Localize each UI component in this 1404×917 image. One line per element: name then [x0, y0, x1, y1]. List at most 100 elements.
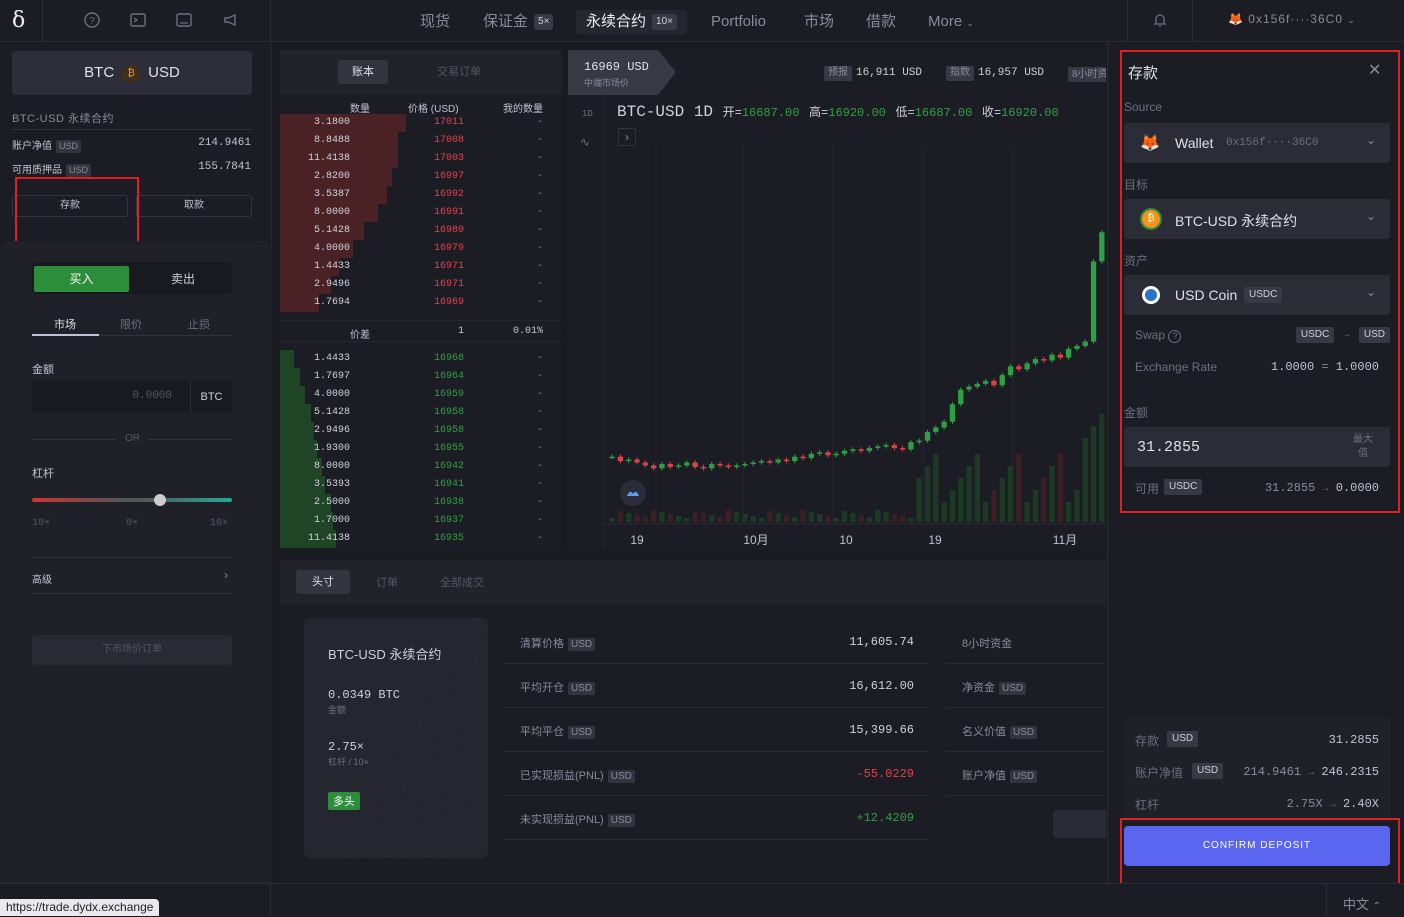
leverage-slider[interactable] — [32, 498, 232, 502]
price: 16941 — [433, 479, 464, 490]
ask-row[interactable]: 2.9496 16971 - — [280, 276, 561, 294]
help-icon[interactable]: ? — [83, 11, 101, 29]
buy-tab[interactable]: 买入 — [34, 266, 129, 292]
low-value: 16687.00 — [914, 106, 973, 120]
candle-body — [634, 459, 640, 463]
bid-row[interactable]: 8.0000 16942 - — [280, 458, 561, 476]
chevron-down-icon: ⌄ — [1347, 15, 1356, 25]
volume-bar — [941, 502, 947, 522]
funding-label: 8小时资 — [1068, 67, 1106, 82]
footer: 中文 ⌃ — [0, 883, 1404, 917]
my-size: - — [536, 243, 543, 254]
sell-tab[interactable]: 卖出 — [134, 266, 232, 292]
position-card[interactable]: BTC-USD 永续合约 0.0349 BTC 金额 2.75× 杠杆 / 10… — [304, 618, 488, 858]
nav-more[interactable]: More ⌄ — [928, 10, 974, 34]
ask-row[interactable]: 3.1800 17011 - — [280, 114, 561, 132]
divider — [1127, 0, 1128, 42]
close-position-button[interactable] — [1053, 810, 1106, 838]
bid-row[interactable]: 11.4138 16935 - — [280, 530, 561, 548]
ask-row[interactable]: 11.4138 17003 - — [280, 150, 561, 168]
volume-bar — [974, 454, 981, 522]
candle-body — [1024, 363, 1030, 370]
legend-expand-button[interactable]: › — [618, 128, 636, 146]
indicator-icon[interactable]: ∿ — [580, 135, 590, 149]
tab-fills[interactable]: 全部成交 — [440, 574, 484, 590]
chevron-right-icon[interactable]: › — [224, 568, 228, 582]
tab-orders[interactable]: 订单 — [376, 574, 398, 590]
bid-row[interactable]: 2.9496 16958 - — [280, 422, 561, 440]
open-label: 开= — [722, 106, 742, 120]
tab-orderbook[interactable]: 账本 — [338, 60, 388, 84]
bid-row[interactable]: 3.5393 16941 - — [280, 476, 561, 494]
candle-body — [675, 465, 682, 467]
depth-bar — [280, 422, 314, 440]
tab-stop[interactable]: 止损 — [188, 316, 210, 332]
candle-body — [1007, 366, 1014, 376]
bell-icon[interactable] — [1151, 11, 1169, 29]
amount-input[interactable]: 0.0000 BTC — [32, 381, 232, 413]
nav-markets[interactable]: 市场 — [804, 10, 834, 34]
ask-row[interactable]: 1.7694 16969 - — [280, 294, 561, 312]
collateral-row: 可用质押品 USD — [12, 161, 92, 177]
place-order-button[interactable]: 下市场价订单 — [32, 635, 232, 665]
withdraw-button[interactable]: 取款 — [136, 195, 252, 217]
bid-row[interactable]: 2.5000 16938 - — [280, 494, 561, 512]
size: 2.9496 — [313, 425, 350, 436]
my-size: - — [536, 261, 543, 272]
bid-row[interactable]: 5.1428 16958 - — [280, 404, 561, 422]
ask-row[interactable]: 1.4433 16971 - — [280, 258, 561, 276]
candlestick-chart[interactable]: 19 10月 10 19 11月 — [568, 50, 1106, 550]
candle-body — [991, 380, 997, 386]
advanced-toggle[interactable]: 高级 — [32, 571, 52, 586]
candle-body — [750, 462, 756, 465]
top-bar: δ ? 现货 保证金 5× 永续合约 10× Portfolio 市场 借款 Mor… — [0, 0, 1404, 42]
volume-bar — [858, 515, 864, 522]
nav-margin-label: 保证金 — [483, 13, 529, 30]
unit-badge: USD — [66, 164, 92, 177]
document-icon[interactable] — [175, 11, 193, 29]
megaphone-icon[interactable] — [222, 11, 240, 29]
tab-market[interactable]: 市场 — [54, 316, 76, 332]
tab-trades[interactable]: 交易订单 — [423, 60, 495, 84]
tab-positions[interactable]: 头寸 — [296, 570, 350, 594]
nav-portfolio[interactable]: Portfolio — [711, 10, 766, 34]
candle-body — [875, 446, 881, 448]
nav-perpetual[interactable]: 永续合约 10× — [576, 10, 687, 34]
candle-body — [825, 452, 831, 456]
market-selector[interactable]: BTC ₿ USD — [12, 51, 252, 95]
bid-row[interactable]: 1.7000 16937 - — [280, 512, 561, 530]
volume-bar — [675, 516, 682, 522]
ask-row[interactable]: 3.5387 16992 - — [280, 186, 561, 204]
candle-body — [982, 380, 989, 384]
active-tab-indicator — [32, 334, 99, 336]
bid-row[interactable]: 1.4433 16968 - — [280, 350, 561, 368]
wallet-menu[interactable]: 🦊 0x156f····36C0 ⌄ — [1228, 12, 1356, 26]
candle-body — [667, 463, 673, 467]
bid-row[interactable]: 1.7697 16964 - — [280, 368, 561, 386]
volume-bar — [750, 516, 756, 522]
interval-button[interactable]: 1D — [582, 109, 593, 119]
orderbook-tabs: 账本 交易订单 — [280, 50, 561, 94]
language-selector[interactable]: 中文 ⌃ — [1343, 894, 1381, 913]
terminal-icon[interactable] — [129, 11, 147, 29]
size: 1.9300 — [313, 443, 350, 454]
index-value: 16,957 USD — [978, 67, 1045, 79]
ask-row[interactable]: 2.8200 16997 - — [280, 168, 561, 186]
tradingview-icon[interactable] — [620, 480, 646, 506]
leverage-slider-knob[interactable] — [154, 494, 166, 506]
nav-borrow[interactable]: 借款 — [866, 10, 896, 34]
nav-spot[interactable]: 现货 — [420, 10, 450, 34]
bid-row[interactable]: 4.0000 16959 - — [280, 386, 561, 404]
candle-body — [733, 465, 740, 467]
nav-margin[interactable]: 保证金 5× — [483, 10, 554, 34]
highlight-box — [1120, 50, 1400, 513]
tab-limit[interactable]: 限价 — [120, 316, 142, 332]
ask-row[interactable]: 8.8488 17008 - — [280, 132, 561, 150]
dydx-logo[interactable]: δ — [12, 8, 25, 33]
ask-row[interactable]: 4.0000 16979 - — [280, 240, 561, 258]
ask-row[interactable]: 8.0000 16991 - — [280, 204, 561, 222]
ask-row[interactable]: 5.1428 16980 - — [280, 222, 561, 240]
volume-bar — [841, 511, 848, 522]
bid-row[interactable]: 1.9300 16955 - — [280, 440, 561, 458]
volume-bar — [684, 518, 690, 522]
